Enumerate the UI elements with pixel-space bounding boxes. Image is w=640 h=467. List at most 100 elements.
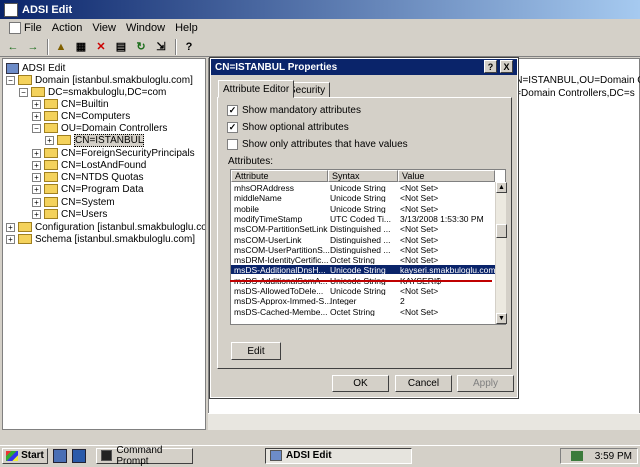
- help-icon[interactable]: ?: [180, 38, 198, 55]
- expand-icon[interactable]: +: [32, 172, 41, 182]
- table-row[interactable]: msCOM-PartitionSetLink Distinguished ... <…: [231, 224, 495, 233]
- folder-icon: [57, 135, 71, 145]
- table-row[interactable]: mobile Unicode String <Not Set>: [231, 204, 495, 213]
- table-row[interactable]: msDRM-IdentityCertific... Octet String <No…: [231, 255, 495, 264]
- refresh-icon[interactable]: ↻: [132, 38, 150, 55]
- expand-icon[interactable]: +: [32, 197, 41, 207]
- tree-label: Schema [istanbul.smakbuloglu.com]: [35, 233, 196, 245]
- column-header-syntax[interactable]: Syntax: [328, 170, 398, 182]
- folder-icon: [18, 234, 32, 244]
- tree-label: CN=Builtin: [61, 98, 109, 110]
- expand-icon[interactable]: +: [6, 234, 15, 244]
- menu-label: Action: [51, 22, 83, 34]
- ok-button[interactable]: OK: [332, 375, 389, 392]
- highlight-underline: [230, 280, 492, 282]
- properties-icon[interactable]: ▤: [112, 38, 130, 55]
- collapse-icon[interactable]: −: [19, 87, 28, 97]
- collapse-icon[interactable]: −: [32, 123, 41, 133]
- task-adsi-edit[interactable]: ADSI Edit: [265, 447, 412, 464]
- table-row[interactable]: modifyTimeStamp UTC Coded Ti... 3/13/2008 …: [231, 214, 495, 223]
- column-header-attribute[interactable]: Attribute: [231, 170, 328, 182]
- app-icon: [4, 2, 18, 17]
- tree-root[interactable]: ADSI Edit: [6, 62, 65, 74]
- expand-icon[interactable]: +: [32, 111, 41, 121]
- optional-checkbox[interactable]: ✓ Show optional attributes: [227, 122, 349, 133]
- cell-value: <Not Set>: [400, 234, 439, 244]
- cell-value: <Not Set>: [400, 244, 439, 254]
- tree-progdata[interactable]: + CN=Program Data: [32, 183, 144, 195]
- tree-config[interactable]: + Configuration [istanbul.smakbuloglu.com…: [6, 221, 205, 233]
- table-row[interactable]: msDS-Cached-Membe... Octet String <Not Set…: [231, 307, 495, 316]
- tree-label: CN=System: [61, 196, 115, 208]
- tree-ntds[interactable]: + CN=NTDS Quotas: [32, 171, 144, 183]
- table-row[interactable]: mhsORAddress Unicode String <Not Set>: [231, 183, 495, 192]
- check-icon: ✓: [227, 105, 238, 116]
- forward-icon[interactable]: →: [24, 38, 42, 55]
- apply-button[interactable]: Apply: [457, 375, 514, 392]
- back-icon[interactable]: ←: [4, 38, 22, 55]
- tree-label: CN=ForeignSecurityPrincipals: [61, 147, 195, 159]
- quicklaunch-explorer-icon[interactable]: [53, 448, 67, 463]
- start-button[interactable]: Start: [2, 447, 48, 464]
- export-list-icon[interactable]: ⇲: [152, 38, 170, 55]
- menu-window[interactable]: Window: [121, 22, 170, 34]
- table-row[interactable]: msDS-Approx-Immed-S... Integer 2: [231, 296, 495, 305]
- cell-value: <Not Set>: [400, 193, 439, 203]
- tree-ou[interactable]: − OU=Domain Controllers: [32, 122, 167, 134]
- values-only-checkbox[interactable]: Show only attributes that have values: [227, 139, 408, 150]
- up-folder-icon[interactable]: ▲: [52, 38, 70, 55]
- vertical-scrollbar[interactable]: ▲ ▼: [495, 182, 507, 324]
- attribute-list[interactable]: Attribute Syntax Value mhsORAddress Unico…: [230, 169, 507, 325]
- expand-icon[interactable]: +: [32, 209, 41, 219]
- tree-istanbul[interactable]: + CN=ISTANBUL: [45, 133, 145, 147]
- expand-icon[interactable]: +: [32, 99, 41, 109]
- menu-view[interactable]: View: [87, 22, 121, 34]
- tree-domain[interactable]: − Domain [istanbul.smakbuloglu.com]: [6, 74, 193, 86]
- table-row[interactable]: msDS-AllowedToDele... Unicode String <Not …: [231, 286, 495, 295]
- horizontal-scrollbar[interactable]: [208, 413, 640, 430]
- scroll-thumb[interactable]: [496, 224, 507, 238]
- quicklaunch-ie-icon[interactable]: [72, 448, 86, 463]
- task-command-prompt[interactable]: Command Prompt: [96, 445, 193, 467]
- close-button[interactable]: X: [500, 60, 513, 73]
- tree-system[interactable]: + CN=System: [32, 196, 115, 208]
- table-row[interactable]: middleName Unicode String <Not Set>: [231, 193, 495, 202]
- tree-fsp[interactable]: + CN=ForeignSecurityPrincipals: [32, 147, 195, 159]
- expand-icon[interactable]: +: [45, 135, 54, 145]
- adsi-icon: [270, 450, 282, 461]
- collapse-icon[interactable]: −: [6, 75, 15, 85]
- scroll-down-icon[interactable]: ▼: [496, 313, 507, 324]
- clock: 3:59 PM: [594, 450, 632, 462]
- mandatory-checkbox[interactable]: ✓ Show mandatory attributes: [227, 105, 361, 116]
- table-row[interactable]: msDS-AdditionalDnsH... Unicode String kays…: [231, 265, 495, 275]
- tree-computers[interactable]: + CN=Computers: [32, 110, 130, 122]
- tree-label: DC=smakbuloglu,DC=com: [48, 86, 167, 98]
- expand-icon[interactable]: +: [32, 148, 41, 158]
- tree-dc[interactable]: − DC=smakbuloglu,DC=com: [19, 86, 166, 98]
- tree-builtin[interactable]: + CN=Builtin: [32, 98, 109, 110]
- start-label: Start: [21, 450, 44, 461]
- scroll-up-icon[interactable]: ▲: [496, 182, 507, 193]
- expand-icon[interactable]: +: [32, 184, 41, 194]
- expand-icon[interactable]: +: [6, 222, 15, 232]
- column-header-value[interactable]: Value: [398, 170, 495, 182]
- tree-lostfound[interactable]: + CN=LostAndFound: [32, 159, 146, 171]
- edit-button[interactable]: Edit: [231, 342, 281, 360]
- adsi-icon: [6, 62, 19, 74]
- help-button[interactable]: ?: [484, 60, 497, 73]
- network-icon[interactable]: [570, 451, 583, 461]
- cancel-button[interactable]: Cancel: [395, 375, 452, 392]
- folder-icon: [44, 123, 58, 133]
- menu-action[interactable]: Action: [47, 22, 88, 34]
- show-tree-icon[interactable]: ▦: [72, 38, 90, 55]
- delete-icon[interactable]: ✕: [92, 38, 110, 55]
- tab-attribute-editor[interactable]: Attribute Editor: [218, 80, 295, 98]
- menu-file[interactable]: File: [4, 22, 47, 34]
- checkbox-label: Show mandatory attributes: [242, 105, 361, 116]
- tree-users[interactable]: + CN=Users: [32, 208, 107, 220]
- table-row[interactable]: msCOM-UserPartitionS... Distinguished ...…: [231, 245, 495, 254]
- table-row[interactable]: msCOM-UserLink Distinguished ... <Not Set>: [231, 235, 495, 244]
- tree-schema[interactable]: + Schema [istanbul.smakbuloglu.com]: [6, 233, 195, 245]
- menu-help[interactable]: Help: [170, 22, 203, 34]
- expand-icon[interactable]: +: [32, 160, 41, 170]
